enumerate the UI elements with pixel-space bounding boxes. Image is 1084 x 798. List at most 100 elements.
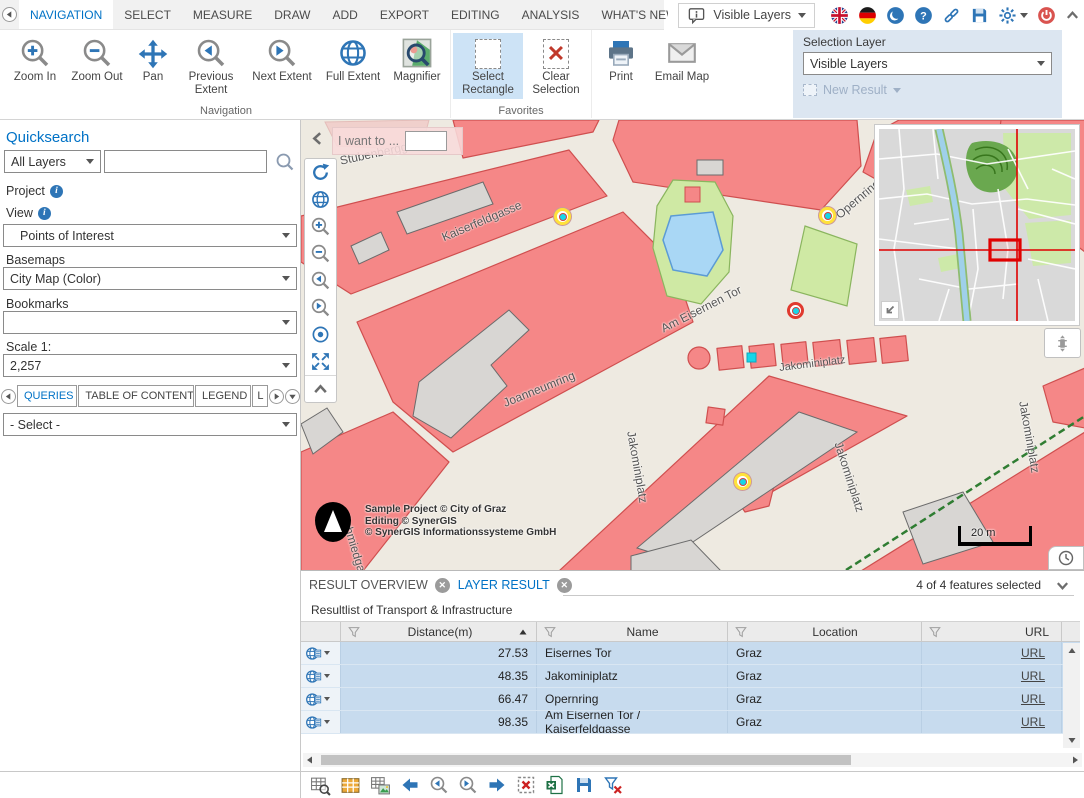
row-actions[interactable] — [301, 665, 341, 687]
filter-icon[interactable] — [927, 624, 943, 640]
history-button[interactable] — [1048, 546, 1084, 570]
column-header-distance[interactable]: Distance(m) — [341, 622, 537, 641]
refresh-map-button[interactable] — [305, 159, 336, 186]
query-select-dropdown[interactable]: - Select - — [3, 413, 297, 436]
language-english-button[interactable] — [830, 6, 849, 25]
overview-map[interactable] — [874, 124, 1080, 326]
menu-tab-add[interactable]: ADD — [321, 0, 368, 29]
url-link[interactable]: URL — [1021, 692, 1045, 706]
basemaps-dropdown[interactable]: City Map (Color) — [3, 267, 297, 290]
search-icon[interactable] — [275, 152, 294, 171]
poi-marker-selected[interactable] — [787, 302, 804, 319]
clear-filter-button[interactable] — [603, 775, 623, 795]
scale-dropdown[interactable]: 2,257 — [3, 354, 297, 377]
collapse-overview-button[interactable] — [881, 301, 899, 319]
tabs-overflow-button[interactable] — [285, 389, 300, 404]
overview-map-canvas[interactable] — [879, 129, 1075, 321]
selection-layer-dropdown[interactable]: Visible Layers — [803, 52, 1052, 75]
zoom-previous-button[interactable] — [429, 775, 449, 795]
logout-button[interactable] — [1037, 6, 1056, 25]
full-extent-button[interactable]: Full Extent — [320, 33, 386, 99]
column-header-name[interactable]: Name — [537, 622, 728, 641]
share-link-button[interactable] — [942, 6, 961, 25]
full-extent-button[interactable] — [305, 186, 336, 213]
feature-globe-icon[interactable] — [305, 645, 322, 662]
info-icon[interactable]: i — [50, 185, 63, 198]
search-scope-dropdown[interactable]: All Layers — [4, 150, 101, 173]
table-horizontal-scrollbar[interactable] — [303, 753, 1082, 767]
menu-tab-select[interactable]: SELECT — [113, 0, 182, 29]
filter-icon[interactable] — [542, 624, 558, 640]
zoom-next-button[interactable] — [458, 775, 478, 795]
tooltip-mode-dropdown[interactable]: Visible Layers — [678, 3, 815, 28]
tabs-scroll-right-button[interactable] — [269, 389, 284, 404]
table-vertical-scrollbar[interactable] — [1063, 643, 1080, 748]
tab-queries[interactable]: QUERIES — [17, 385, 77, 407]
bookmarks-dropdown[interactable] — [3, 311, 297, 334]
row-actions[interactable] — [301, 642, 341, 664]
save-button[interactable] — [970, 6, 989, 25]
swipe-tool-button[interactable] — [1044, 328, 1081, 358]
table-row[interactable]: 27.53 Eisernes Tor Graz URL — [301, 642, 1080, 665]
scroll-left-icon[interactable] — [305, 755, 315, 765]
feature-globe-icon[interactable] — [305, 714, 322, 731]
column-header-url[interactable]: URL — [922, 622, 1062, 641]
feature-globe-icon[interactable] — [305, 668, 322, 685]
next-extent-button[interactable]: Next Extent — [244, 33, 320, 99]
save-result-button[interactable] — [574, 775, 594, 795]
poi-marker[interactable] — [734, 473, 751, 490]
menu-tab-export[interactable]: EXPORT — [369, 0, 440, 29]
poi-marker[interactable] — [554, 208, 571, 225]
menu-tab-measure[interactable]: MEASURE — [182, 0, 263, 29]
tab-legend[interactable]: LEGEND — [195, 385, 251, 407]
next-feature-button[interactable] — [487, 775, 507, 795]
tab-layer-result[interactable]: LAYER RESULT ✕ — [458, 578, 572, 593]
view-dropdown[interactable]: Points of Interest — [3, 224, 297, 247]
show-table-button[interactable] — [340, 775, 361, 796]
email-map-button[interactable]: Email Map — [648, 33, 716, 99]
collapse-toolbar-button[interactable] — [305, 375, 336, 402]
close-icon[interactable]: ✕ — [435, 578, 450, 593]
remove-selection-button[interactable] — [516, 775, 536, 795]
table-row[interactable]: 48.35 Jakominiplatz Graz URL — [301, 665, 1080, 688]
next-extent-button[interactable] — [305, 294, 336, 321]
previous-feature-button[interactable] — [400, 775, 420, 795]
quicksearch-input[interactable] — [104, 150, 267, 173]
scroll-right-icon[interactable] — [1070, 755, 1080, 765]
url-link[interactable]: URL — [1021, 646, 1045, 660]
new-result-button[interactable]: New Result — [803, 83, 1052, 97]
feature-globe-icon[interactable] — [305, 691, 322, 708]
filter-icon[interactable] — [733, 624, 749, 640]
menu-tab-navigation[interactable]: NAVIGATION — [19, 0, 113, 29]
fit-extent-button[interactable] — [305, 348, 336, 375]
magnifier-button[interactable]: Magnifier — [386, 33, 448, 99]
zoom-in-button[interactable]: Zoom In — [4, 33, 66, 99]
collapse-panel-button[interactable] — [1055, 578, 1070, 593]
settings-button[interactable] — [998, 6, 1028, 25]
menu-scroll-left-button[interactable] — [2, 7, 17, 22]
info-icon[interactable]: i — [38, 207, 51, 220]
show-table-search-button[interactable] — [310, 775, 331, 796]
zoom-out-button[interactable]: Zoom Out — [66, 33, 128, 99]
menu-tab-editing[interactable]: EDITING — [440, 0, 511, 29]
clear-selection-button[interactable]: ✕Clear Selection — [523, 33, 589, 99]
menu-tab-draw[interactable]: DRAW — [263, 0, 321, 29]
language-german-button[interactable] — [858, 6, 877, 25]
i-want-to-input[interactable] — [405, 131, 447, 151]
row-actions[interactable] — [301, 711, 341, 733]
collapse-sidebar-button[interactable] — [305, 126, 329, 150]
zoom-out-button[interactable] — [305, 240, 336, 267]
select-rectangle-button[interactable]: Select Rectangle — [453, 33, 523, 99]
filter-icon[interactable] — [346, 624, 362, 640]
collapse-ribbon-button[interactable] — [1065, 8, 1080, 23]
menu-tab-analysis[interactable]: ANALYSIS — [511, 0, 591, 29]
poi-marker[interactable] — [819, 207, 836, 224]
export-excel-button[interactable] — [545, 775, 565, 795]
tab-table-of-content[interactable]: TABLE OF CONTENT — [78, 385, 194, 407]
report-button[interactable] — [370, 775, 391, 796]
previous-extent-button[interactable] — [305, 267, 336, 294]
print-button[interactable]: Print — [594, 33, 648, 99]
column-header-location[interactable]: Location — [728, 622, 922, 641]
previous-extent-button[interactable]: Previous Extent — [178, 33, 244, 99]
table-row[interactable]: 66.47 Opernring Graz URL — [301, 688, 1080, 711]
